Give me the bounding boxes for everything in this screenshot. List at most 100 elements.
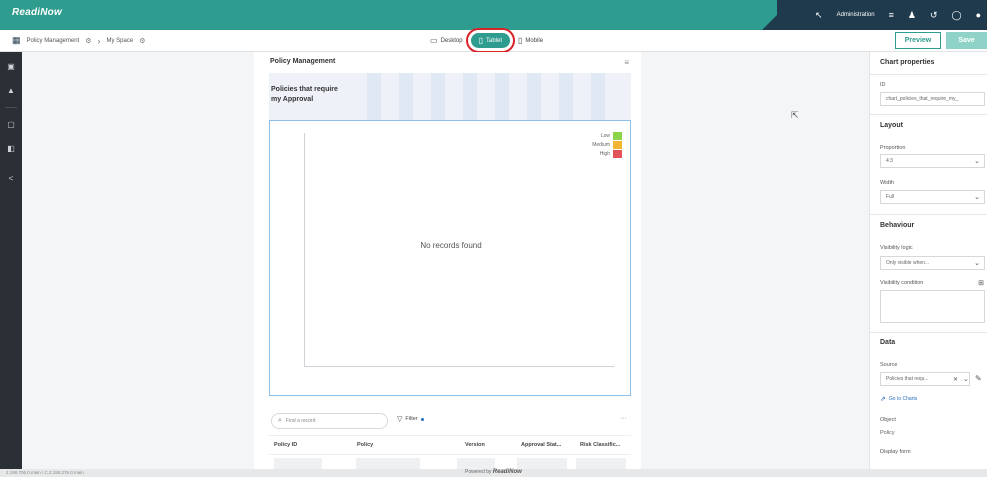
chart-area[interactable]: Low Medium High No records found <box>269 120 631 396</box>
go-to-charts-link[interactable]: ⇗ Go to Charts <box>880 395 917 403</box>
filter-icon: ▽ <box>397 416 403 423</box>
filter-label: Filter <box>405 416 418 422</box>
powered-by: Powered by ReadiNow <box>465 469 522 475</box>
chart-x-axis <box>304 366 614 367</box>
filter-button[interactable]: ▽ Filter <box>397 415 424 423</box>
display-form-label: Display form <box>880 449 911 455</box>
edit-pencil-icon[interactable]: ✎ <box>975 374 982 383</box>
grid-column <box>527 73 541 120</box>
column-header-risk-classification[interactable]: Risk Classific... <box>580 442 620 448</box>
chart-widget-header[interactable]: Policies that require my Approval <box>269 73 631 120</box>
width-label: Width <box>880 180 895 186</box>
chart-legend: Low Medium High <box>592 132 622 158</box>
device-switcher: ▭ Desktop ▯ Tablet ▯ Mobile <box>430 28 543 53</box>
legend-swatch <box>613 132 622 140</box>
legend-item: Medium <box>592 141 622 149</box>
panel-divider <box>870 74 987 75</box>
device-mobile[interactable]: ▯ Mobile <box>518 36 543 45</box>
go-to-charts-label: Go to Charts <box>888 396 918 402</box>
id-value: chart_policies_that_require_my_ <box>886 96 959 102</box>
left-tool-rail: ▣ ▲ ▢ ◧ < <box>0 52 22 469</box>
search-input[interactable]: ⌕ Find a record <box>271 413 388 429</box>
rail-divider <box>5 107 17 108</box>
hamburger-icon[interactable]: ≡ <box>624 58 629 67</box>
save-button[interactable]: Save <box>946 32 987 49</box>
legend-label: High <box>599 151 610 157</box>
file-icon[interactable]: ◧ <box>0 144 22 153</box>
chat-icon[interactable]: ◯ <box>951 10 961 20</box>
top-bar: ReadiNow ↖ Administration ≡ ♟ ↺ ◯ ● <box>0 0 987 30</box>
search-placeholder: Find a record <box>285 418 316 424</box>
source-select[interactable]: Policies that requ... ✕ ⌄ <box>880 372 970 386</box>
clear-icon[interactable]: ✕ <box>953 376 958 383</box>
id-label: ID <box>880 82 886 88</box>
status-footer: 2.190.706.0.main / C.2.190.276.0.main Po… <box>0 469 987 477</box>
table-row-placeholder <box>517 458 567 469</box>
chart-y-axis <box>304 133 305 367</box>
page-icon[interactable]: ▣ <box>0 62 22 71</box>
legend-swatch <box>613 141 622 149</box>
chevron-down-icon[interactable]: ⌄ <box>963 375 969 383</box>
app-settings-icon[interactable]: ⚙ <box>85 37 91 45</box>
proportion-select[interactable]: 4:3 ⌄ <box>880 154 985 168</box>
collapse-arrow-icon[interactable]: ↖ <box>815 10 823 20</box>
legend-item: Low <box>601 132 622 140</box>
column-header-approval-status[interactable]: Approval Stat... <box>521 442 561 448</box>
brand-logo[interactable]: ReadiNow <box>12 7 62 18</box>
properties-panel: Chart properties ID chart_policies_that_… <box>869 52 987 469</box>
space-settings-icon[interactable]: ⚙ <box>139 37 145 45</box>
breadcrumb: ▦ Policy Management ⚙ › My Space ⚙ <box>12 35 145 46</box>
search-icon: ⌕ <box>278 417 282 424</box>
device-tablet-label: Tablet <box>485 37 502 44</box>
source-label: Source <box>880 362 898 368</box>
column-header-policy-id[interactable]: Policy ID <box>274 442 297 448</box>
app-window: ReadiNow ↖ Administration ≡ ♟ ↺ ◯ ● ▦ Po… <box>0 0 987 477</box>
app-grid-icon[interactable]: ▦ <box>12 35 21 46</box>
breadcrumb-space[interactable]: My Space <box>107 38 134 44</box>
tablet-canvas: Policy Management ≡ Policies that requir… <box>254 52 641 469</box>
device-mobile-label: Mobile <box>525 37 544 44</box>
user-icon[interactable]: ♟ <box>908 10 916 20</box>
grid-column <box>463 73 477 120</box>
grid-column <box>431 73 445 120</box>
layout-section-title: Layout <box>880 122 903 129</box>
visibility-condition-label: Visibility condition <box>880 280 924 286</box>
topbar-actions: ↖ Administration ≡ ♟ ↺ ◯ ● <box>815 0 981 30</box>
table-row-placeholder <box>274 458 322 469</box>
width-select[interactable]: Full ⌄ <box>880 190 985 204</box>
mouse-cursor-icon: ⇱ <box>791 110 799 120</box>
components-icon[interactable]: ▲ <box>0 86 22 95</box>
device-tablet[interactable]: ▯ Tablet <box>465 28 516 53</box>
administration-menu[interactable]: Administration <box>837 12 875 18</box>
share-icon[interactable]: < <box>0 174 22 183</box>
width-value: Full <box>886 194 895 200</box>
tablet-icon: ▯ <box>478 36 483 45</box>
document-icon[interactable]: ▢ <box>0 120 22 129</box>
grid-column <box>399 73 413 120</box>
panel-title: Chart properties <box>880 59 935 66</box>
menu-icon[interactable]: ≡ <box>889 10 894 20</box>
visibility-logic-label: Visibility logic <box>880 245 913 251</box>
more-options-icon[interactable]: ··· <box>620 415 627 422</box>
column-header-version[interactable]: Version <box>465 442 485 448</box>
filter-active-dot <box>420 417 424 421</box>
device-desktop[interactable]: ▭ Desktop <box>430 36 463 45</box>
visibility-condition-input[interactable] <box>880 290 985 323</box>
chevron-right-icon: › <box>97 35 101 46</box>
help-icon[interactable]: ● <box>976 10 981 20</box>
id-field[interactable]: chart_policies_that_require_my_ <box>880 92 985 106</box>
preview-button[interactable]: Preview <box>895 32 941 49</box>
breadcrumb-app[interactable]: Policy Management <box>27 38 80 44</box>
panel-divider <box>870 332 987 333</box>
chart-widget-title: Policies that require my Approval <box>271 86 338 103</box>
report-toolbar: ⌕ Find a record ▽ Filter ··· <box>269 412 631 430</box>
table-header: Policy ID Policy Version Approval Stat..… <box>269 435 631 455</box>
column-header-policy[interactable]: Policy <box>357 442 373 448</box>
visibility-logic-select[interactable]: Only visible when... ⌄ <box>880 256 985 270</box>
table-row-placeholder <box>576 458 626 469</box>
external-link-icon: ⇗ <box>880 396 886 403</box>
legend-label: Medium <box>592 142 610 148</box>
history-icon[interactable]: ↺ <box>930 10 938 20</box>
behaviour-section-title: Behaviour <box>880 222 915 229</box>
expand-editor-icon[interactable]: ⊞ <box>978 279 984 287</box>
